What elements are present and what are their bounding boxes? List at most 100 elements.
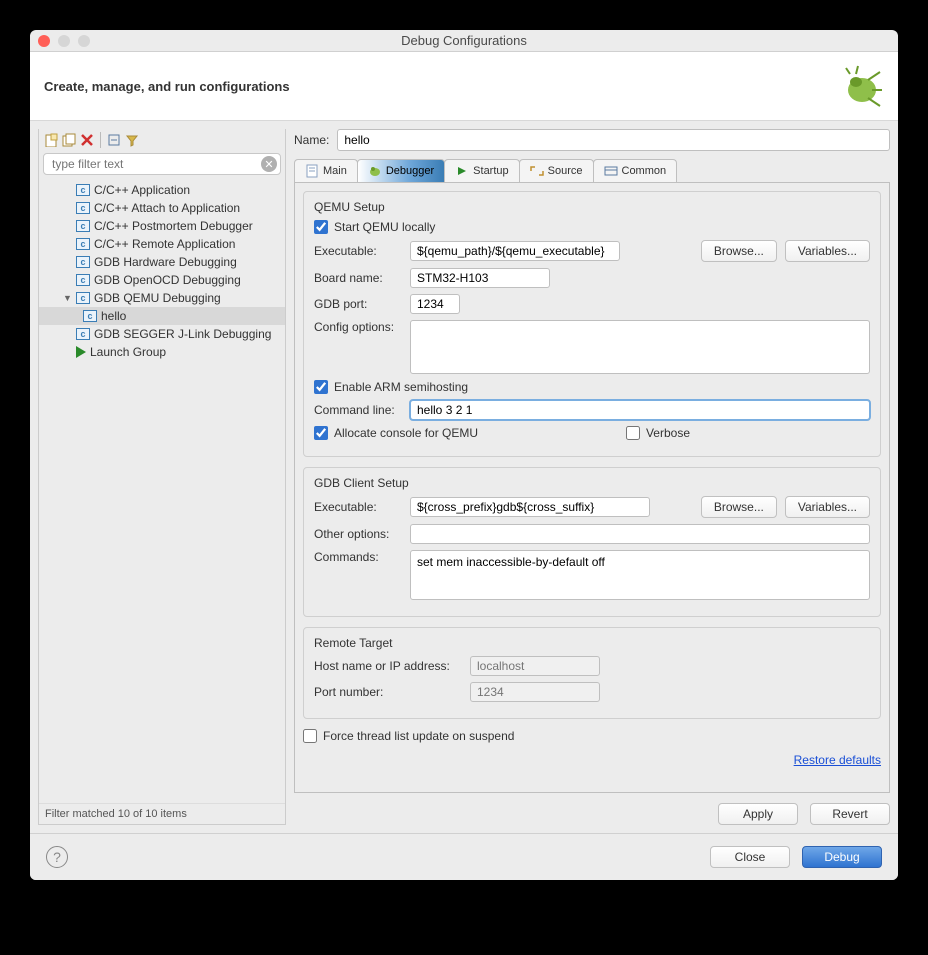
titlebar: Debug Configurations <box>30 30 898 52</box>
tab-startup[interactable]: Startup <box>444 159 519 182</box>
config-options-input[interactable] <box>410 320 870 374</box>
close-button[interactable]: Close <box>710 846 790 868</box>
dialog-footer: ? Close Debug <box>30 833 898 880</box>
tree-item-label: C/C++ Postmortem Debugger <box>94 219 253 233</box>
tree-item[interactable]: ▼ c GDB QEMU Debugging <box>39 289 285 307</box>
tree-item-label: C/C++ Attach to Application <box>94 201 240 215</box>
enable-semihosting-checkbox[interactable]: Enable ARM semihosting <box>314 380 870 394</box>
start-qemu-locally-input[interactable] <box>314 220 328 234</box>
tab-label: Debugger <box>386 165 434 177</box>
tab-label: Main <box>323 165 347 177</box>
config-tree[interactable]: cC/C++ ApplicationcC/C++ Attach to Appli… <box>39 179 285 803</box>
new-config-icon[interactable] <box>43 132 59 148</box>
tree-item[interactable]: c GDB SEGGER J-Link Debugging <box>39 325 285 343</box>
name-input[interactable] <box>337 129 890 151</box>
gdb-port-input[interactable] <box>410 294 460 314</box>
tabs: Main Debugger Startup Source Common <box>294 157 890 183</box>
debug-button[interactable]: Debug <box>802 846 882 868</box>
dialog-body: ✕ cC/C++ ApplicationcC/C++ Attach to App… <box>30 121 898 833</box>
qemu-variables-button[interactable]: Variables... <box>785 240 870 262</box>
gdb-executable-input[interactable] <box>410 497 650 517</box>
other-options-label: Other options: <box>314 527 402 541</box>
board-name-label: Board name: <box>314 271 402 285</box>
toolbar-separator <box>100 132 101 148</box>
gdb-variables-button[interactable]: Variables... <box>785 496 870 518</box>
commands-input[interactable]: set mem inaccessible-by-default off <box>410 550 870 600</box>
host-input <box>470 656 600 676</box>
tree-item-label: GDB OpenOCD Debugging <box>94 273 241 287</box>
tree-item-label: GDB Hardware Debugging <box>94 255 237 269</box>
start-qemu-locally-checkbox[interactable]: Start QEMU locally <box>314 220 870 234</box>
dialog-header: Create, manage, and run configurations <box>30 52 898 121</box>
name-label: Name: <box>294 133 329 147</box>
tree-item[interactable]: cGDB OpenOCD Debugging <box>39 271 285 289</box>
force-thread-input[interactable] <box>303 729 317 743</box>
remote-target-title: Remote Target <box>314 636 870 650</box>
main-panel: Name: Main Debugger Startup Source Common QE… <box>294 129 890 825</box>
revert-button[interactable]: Revert <box>810 803 890 825</box>
tab-debugger[interactable]: Debugger <box>357 159 445 182</box>
tab-source[interactable]: Source <box>519 159 594 182</box>
verbose-checkbox[interactable]: Verbose <box>626 426 690 440</box>
other-options-input[interactable] <box>410 524 870 544</box>
c-config-icon: c <box>76 328 90 340</box>
filter-icon[interactable] <box>124 132 140 148</box>
tab-label: Source <box>548 165 583 177</box>
allocate-console-input[interactable] <box>314 426 328 440</box>
filter-row: ✕ <box>39 151 285 179</box>
tree-item[interactable]: c GDB Hardware Debugging <box>39 253 285 271</box>
tree-item[interactable]: Launch Group <box>39 343 285 361</box>
enable-semihosting-input[interactable] <box>314 380 328 394</box>
filter-input[interactable] <box>43 153 281 175</box>
content-footer: Restore defaults <box>303 749 881 767</box>
bug-icon <box>836 62 884 110</box>
delete-config-icon[interactable] <box>79 132 95 148</box>
duplicate-config-icon[interactable] <box>61 132 77 148</box>
tab-content-debugger: QEMU Setup Start QEMU locally Executable… <box>294 183 890 793</box>
port-label: Port number: <box>314 685 462 699</box>
tree-item-label: C/C++ Application <box>94 183 190 197</box>
tree-item-label: GDB QEMU Debugging <box>94 291 221 305</box>
tab-main[interactable]: Main <box>294 159 358 182</box>
doc-icon <box>305 164 319 178</box>
tree-item[interactable]: chello <box>39 307 285 325</box>
tab-label: Startup <box>473 165 508 177</box>
qemu-executable-input[interactable] <box>410 241 620 261</box>
tree-item-label: Launch Group <box>90 345 166 359</box>
gdb-client-group: GDB Client Setup Executable: Browse... V… <box>303 467 881 617</box>
allocate-console-checkbox[interactable]: Allocate console for QEMU <box>314 426 478 440</box>
c-config-icon: c <box>76 238 90 250</box>
c-config-icon: c <box>76 292 90 304</box>
window-title: Debug Configurations <box>30 33 898 48</box>
tree-item-label: GDB SEGGER J-Link Debugging <box>94 327 271 341</box>
collapse-all-icon[interactable] <box>106 132 122 148</box>
disclosure-icon[interactable]: ▼ <box>63 293 72 303</box>
c-config-icon: c <box>76 202 90 214</box>
header-title: Create, manage, and run configurations <box>44 79 290 94</box>
help-button[interactable]: ? <box>46 846 68 868</box>
board-name-input[interactable] <box>410 268 550 288</box>
debug-config-window: Debug Configurations Create, manage, and… <box>30 30 898 880</box>
tree-item[interactable]: c C/C++ Postmortem Debugger <box>39 217 285 235</box>
c-config-icon: c <box>76 220 90 232</box>
c-config-icon: c <box>76 256 90 268</box>
apply-button[interactable]: Apply <box>718 803 798 825</box>
restore-defaults-link[interactable]: Restore defaults <box>794 753 881 767</box>
clear-filter-icon[interactable]: ✕ <box>261 156 277 172</box>
qemu-setup-group: QEMU Setup Start QEMU locally Executable… <box>303 191 881 457</box>
tree-item[interactable]: cC/C++ Application <box>39 181 285 199</box>
gdb-browse-button[interactable]: Browse... <box>701 496 777 518</box>
tree-item[interactable]: cC/C++ Remote Application <box>39 235 285 253</box>
sidebar: ✕ cC/C++ ApplicationcC/C++ Attach to App… <box>38 129 286 825</box>
qemu-browse-button[interactable]: Browse... <box>701 240 777 262</box>
src-icon <box>530 164 544 178</box>
force-thread-checkbox[interactable]: Force thread list update on suspend <box>303 729 881 743</box>
tree-item-label: hello <box>101 309 126 323</box>
c-config-icon: c <box>83 310 97 322</box>
tab-common[interactable]: Common <box>593 159 678 182</box>
launch-group-icon <box>76 346 86 358</box>
command-line-input[interactable] <box>410 400 870 420</box>
verbose-input[interactable] <box>626 426 640 440</box>
port-input <box>470 682 600 702</box>
tree-item[interactable]: c C/C++ Attach to Application <box>39 199 285 217</box>
